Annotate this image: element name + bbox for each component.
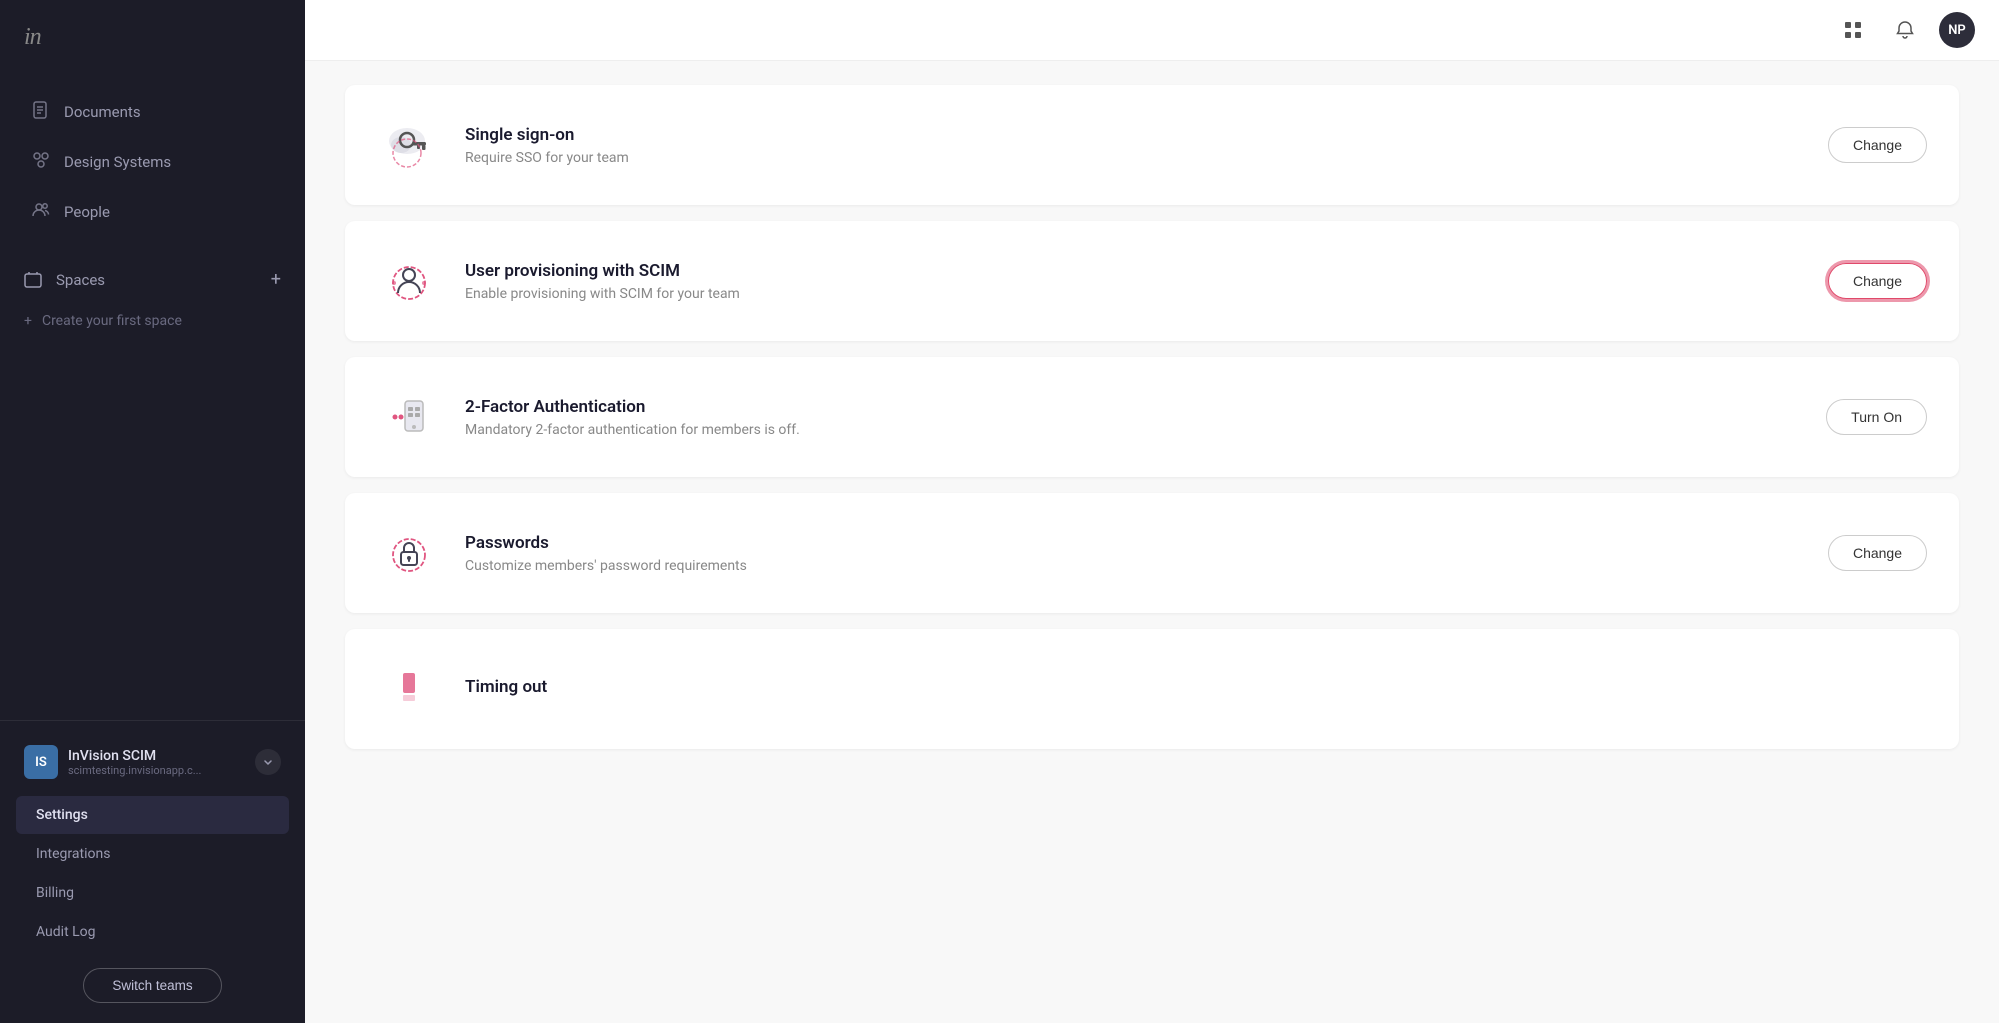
settings-card-2fa: 2-Factor Authentication Mandatory 2-fact…	[345, 357, 1959, 477]
settings-card-scim: User provisioning with SCIM Enable provi…	[345, 221, 1959, 341]
sidebar-menu-item-integrations[interactable]: Integrations	[16, 835, 289, 873]
sso-title: Single sign-on	[465, 125, 1804, 145]
2fa-icon	[377, 385, 441, 449]
sso-info: Single sign-on Require SSO for your team	[465, 125, 1804, 166]
content-area: Single sign-on Require SSO for your team…	[305, 61, 1999, 1023]
sidebar: in Documents	[0, 0, 305, 1023]
create-space-link[interactable]: + Create your first space	[0, 303, 305, 339]
team-name: InVision SCIM	[68, 748, 245, 764]
sidebar-menu-item-settings[interactable]: Settings	[16, 796, 289, 834]
sidebar-menu-item-billing[interactable]: Billing	[16, 874, 289, 912]
spaces-label: Spaces	[56, 271, 105, 289]
topbar-actions: NP	[1835, 12, 1975, 48]
2fa-info: 2-Factor Authentication Mandatory 2-fact…	[465, 397, 1802, 438]
team-avatar: IS	[24, 745, 58, 779]
sso-desc: Require SSO for your team	[465, 150, 1804, 166]
spaces-icon: Spaces	[24, 271, 105, 289]
create-space-label: Create your first space	[42, 313, 182, 329]
2fa-turnon-button[interactable]: Turn On	[1826, 399, 1927, 435]
timeout-title: Timing out	[465, 677, 1927, 697]
sidebar-item-people[interactable]: People	[8, 188, 297, 236]
spaces-header: Spaces +	[0, 256, 305, 303]
notifications-button[interactable]	[1887, 12, 1923, 48]
sidebar-item-label: Design Systems	[64, 153, 171, 171]
topbar: NP	[305, 0, 1999, 61]
scim-info: User provisioning with SCIM Enable provi…	[465, 261, 1804, 302]
people-icon	[32, 201, 50, 223]
sidebar-bottom: IS InVision SCIM scimtesting.invisionapp…	[0, 720, 305, 1023]
logo[interactable]: in	[0, 0, 305, 78]
sidebar-nav: Documents Design Systems	[0, 78, 305, 720]
settings-card-timeout: Timing out	[345, 629, 1959, 749]
scim-desc: Enable provisioning with SCIM for your t…	[465, 286, 1804, 302]
sso-icon	[377, 113, 441, 177]
sidebar-menu: Settings Integrations Billing Audit Log	[12, 787, 293, 960]
team-dropdown-button[interactable]	[255, 749, 281, 775]
passwords-change-button[interactable]: Change	[1828, 535, 1927, 571]
sidebar-item-label: People	[64, 203, 110, 221]
2fa-title: 2-Factor Authentication	[465, 397, 1802, 417]
2fa-desc: Mandatory 2-factor authentication for me…	[465, 422, 1802, 438]
add-space-button[interactable]: +	[271, 269, 281, 290]
design-icon	[32, 151, 50, 173]
passwords-title: Passwords	[465, 533, 1804, 553]
file-icon	[32, 101, 50, 123]
sso-change-button[interactable]: Change	[1828, 127, 1927, 163]
scim-icon	[377, 249, 441, 313]
passwords-icon	[377, 521, 441, 585]
passwords-desc: Customize members' password requirements	[465, 558, 1804, 574]
switch-teams-button[interactable]: Switch teams	[83, 968, 221, 1003]
sidebar-item-design-systems[interactable]: Design Systems	[8, 138, 297, 186]
passwords-info: Passwords Customize members' password re…	[465, 533, 1804, 574]
user-avatar[interactable]: NP	[1939, 12, 1975, 48]
plus-icon: +	[24, 313, 32, 329]
apps-button[interactable]	[1835, 12, 1871, 48]
logo-icon: in	[24, 22, 56, 56]
team-info: IS InVision SCIM scimtesting.invisionapp…	[12, 737, 293, 787]
team-url: scimtesting.invisionapp.c...	[68, 764, 245, 777]
2fa-action: Turn On	[1826, 399, 1927, 435]
team-details: InVision SCIM scimtesting.invisionapp.c.…	[68, 748, 245, 777]
scim-change-button[interactable]: Change	[1828, 263, 1927, 299]
scim-title: User provisioning with SCIM	[465, 261, 1804, 281]
timeout-info: Timing out	[465, 677, 1927, 702]
scim-action: Change	[1828, 263, 1927, 299]
settings-card-sso: Single sign-on Require SSO for your team…	[345, 85, 1959, 205]
sidebar-item-documents[interactable]: Documents	[8, 88, 297, 136]
settings-card-passwords: Passwords Customize members' password re…	[345, 493, 1959, 613]
sso-action: Change	[1828, 127, 1927, 163]
main-content: NP Sin	[305, 0, 1999, 1023]
timeout-icon	[377, 657, 441, 721]
sidebar-item-label: Documents	[64, 103, 141, 121]
svg-text:in: in	[24, 24, 41, 50]
passwords-action: Change	[1828, 535, 1927, 571]
spaces-section: Spaces + + Create your first space	[0, 238, 305, 343]
sidebar-menu-item-audit-log[interactable]: Audit Log	[16, 913, 289, 951]
